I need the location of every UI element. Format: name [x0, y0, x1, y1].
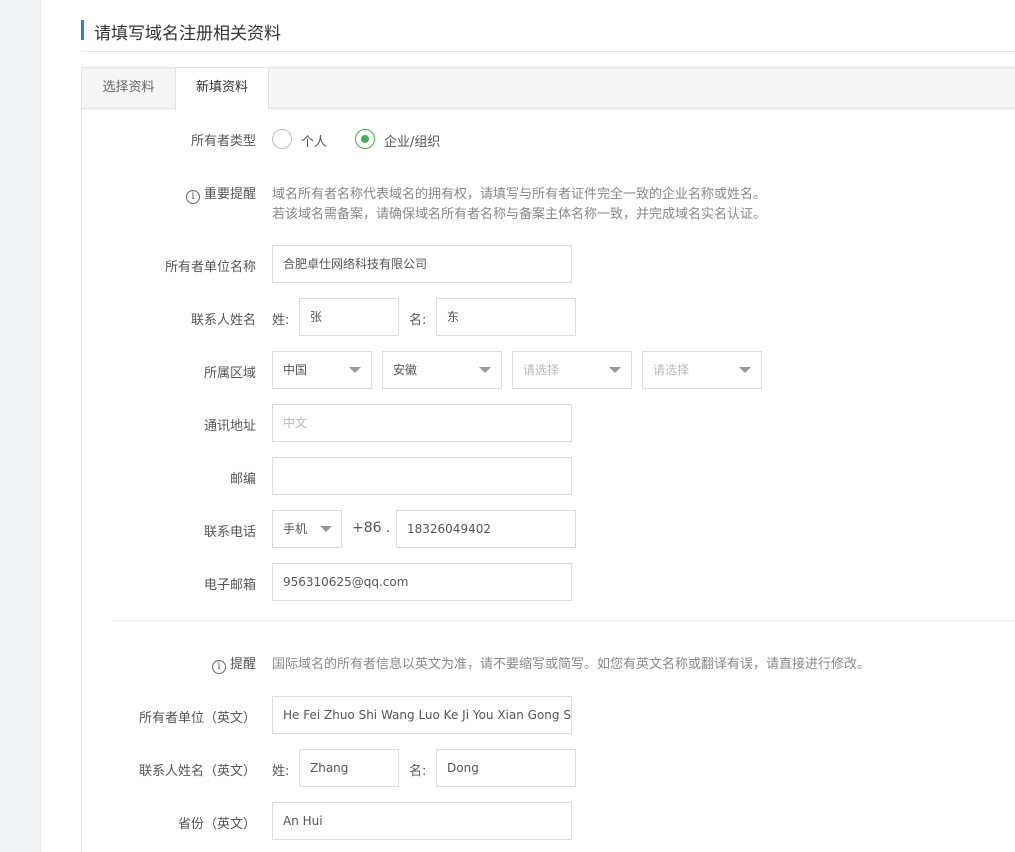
tab-bar: 选择资料 新填资料	[82, 68, 1015, 110]
phone-input[interactable]: 18326049402	[396, 510, 576, 548]
surname-en-input[interactable]: Zhang	[299, 749, 399, 787]
org-name-label: 所有者单位名称	[164, 260, 256, 275]
province-en-label: 省份（英文）	[177, 817, 256, 832]
important-notice-line2: 若该域名需备案，请确保域名所有者名称与备案主体名称一致，并完成域名实名认证。	[272, 207, 767, 222]
country-select-value: 中国	[283, 363, 308, 377]
org-name-en-input[interactable]: He Fei Zhuo Shi Wang Luo Ke Ji You Xian …	[272, 696, 572, 734]
header-accent-bar	[81, 20, 84, 40]
postcode-label: 邮编	[229, 472, 256, 487]
contact-name-en-label: 联系人姓名（英文）	[138, 764, 256, 779]
info-icon: i	[211, 660, 226, 674]
email-label: 电子邮箱	[203, 578, 256, 593]
en-notice-label-text: 提醒	[229, 657, 256, 672]
district-select[interactable]: 请选择	[642, 351, 762, 389]
phone-label: 联系电话	[203, 525, 256, 540]
page-title: 请填写域名注册相关资料	[94, 24, 281, 44]
given-name-prefix: 名:	[409, 313, 427, 328]
given-name-en-input[interactable]: Dong	[436, 749, 576, 787]
chevron-down-icon	[320, 526, 332, 532]
surname-en-prefix: 姓:	[272, 764, 290, 779]
chevron-down-icon	[479, 367, 491, 373]
postcode-input[interactable]	[272, 457, 572, 495]
radio-individual-label[interactable]: 个人	[301, 131, 327, 150]
city-select[interactable]: 请选择	[512, 351, 632, 389]
tab-new-profile[interactable]: 新填资料	[175, 68, 269, 110]
phone-type-value: 手机	[283, 522, 308, 536]
email-input[interactable]: 956310625@qq.com	[272, 563, 572, 601]
phone-country-code: +86 .	[352, 520, 391, 536]
en-notice-text: 国际域名的所有者信息以英文为准，请不要缩写或简写。如您有英文名称或翻译有误，请直…	[272, 657, 871, 672]
country-select[interactable]: 中国	[272, 351, 372, 389]
given-name-en-prefix: 名:	[409, 764, 427, 779]
tab-select-profile[interactable]: 选择资料	[82, 68, 175, 109]
surname-prefix: 姓:	[272, 313, 290, 328]
given-name-input[interactable]: 东	[436, 298, 576, 336]
info-icon: i	[185, 190, 200, 204]
address-input[interactable]: 中文	[272, 404, 572, 442]
surname-input[interactable]: 张	[299, 298, 399, 336]
header-divider	[81, 51, 1015, 52]
region-label: 所属区域	[203, 366, 256, 381]
important-notice-label-text: 重要提醒	[203, 187, 256, 202]
radio-organization-label[interactable]: 企业/组织	[384, 131, 440, 150]
contact-name-label: 联系人姓名	[190, 313, 256, 328]
chevron-down-icon	[349, 367, 361, 373]
owner-type-label: 所有者类型	[190, 134, 256, 149]
org-name-en-label: 所有者单位（英文）	[138, 711, 256, 726]
phone-type-select[interactable]: 手机	[272, 510, 342, 548]
province-select[interactable]: 安徽	[382, 351, 502, 389]
important-notice-label: i 重要提醒	[0, 183, 256, 204]
address-label: 通讯地址	[203, 419, 256, 434]
province-en-input[interactable]: An Hui	[272, 802, 572, 840]
chevron-down-icon	[609, 367, 621, 373]
radio-organization[interactable]	[355, 129, 375, 149]
chevron-down-icon	[739, 367, 751, 373]
page-header: 请填写域名注册相关资料	[81, 18, 1015, 44]
province-select-value: 安徽	[393, 363, 418, 377]
city-select-placeholder: 请选择	[523, 363, 560, 377]
radio-individual[interactable]	[272, 129, 292, 149]
district-select-placeholder: 请选择	[653, 363, 690, 377]
org-name-input[interactable]: 合肥卓仕网络科技有限公司	[272, 245, 572, 283]
important-notice-line1: 域名所有者名称代表域名的拥有权，请填写与所有者证件完全一致的企业名称或姓名。	[272, 187, 767, 202]
en-notice-label: i 提醒	[0, 653, 256, 674]
section-divider	[112, 620, 1015, 621]
